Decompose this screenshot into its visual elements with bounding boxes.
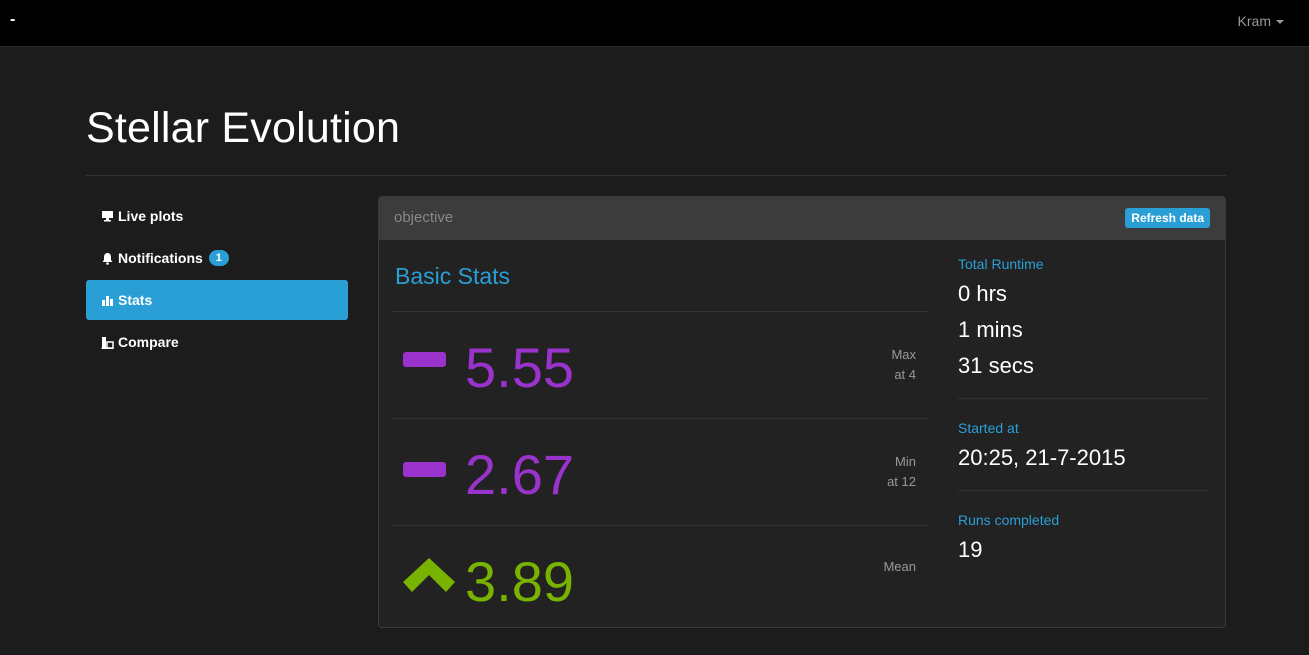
runtime-hours: 0 hrs (958, 281, 1007, 306)
user-dropdown[interactable]: Kram (1238, 13, 1284, 29)
sidebar-item-label: Stats (118, 292, 153, 308)
stat-label-title: Min (895, 454, 916, 469)
stat-row-max: 5.55 Max at 4 (391, 311, 928, 418)
stat-label-min: Min at 12 (887, 452, 916, 492)
panel-header: objective Refresh data (379, 197, 1225, 240)
runtime-seconds: 31 secs (958, 353, 1034, 378)
basic-stats-heading: Basic Stats (395, 263, 511, 289)
refresh-data-button[interactable]: Refresh data (1125, 208, 1210, 228)
dash-icon (403, 352, 447, 373)
bell-icon (101, 252, 114, 265)
sidebar-item-label: Notifications (118, 250, 203, 266)
sidebar-item-live-plots[interactable]: Live plots (86, 196, 348, 236)
title-divider (86, 175, 1226, 176)
user-name: Kram (1237, 13, 1271, 29)
stat-label-title: Mean (883, 559, 916, 574)
sidebar-item-stats[interactable]: Stats (86, 280, 348, 320)
brand-link[interactable]: - (10, 11, 15, 29)
stat-label-title: Max (891, 347, 916, 362)
started-at-value: 20:25, 21-7-2015 (958, 445, 1126, 470)
top-navbar: - Kram (0, 0, 1309, 47)
started-at-section: Started at 20:25, 21-7-2015 (958, 399, 1210, 476)
total-runtime-label: Total Runtime (958, 256, 1044, 272)
monitor-icon (101, 210, 114, 223)
runs-completed-section: Runs completed 19 (958, 491, 1210, 568)
stat-value-mean: 3.89 (465, 550, 574, 613)
sidebar-item-notifications[interactable]: Notifications 1 (86, 238, 348, 278)
stats-panel: objective Refresh data Basic Stats 5.55 … (378, 196, 1226, 628)
stat-row-min: 2.67 Min at 12 (391, 418, 928, 525)
compare-icon (101, 336, 114, 349)
total-runtime-section: Total Runtime 0 hrs 1 mins 31 secs (958, 239, 1210, 384)
runs-completed-label: Runs completed (958, 512, 1060, 528)
stat-row-mean: 3.89 Mean (391, 525, 928, 627)
stat-value-max: 5.55 (465, 336, 574, 399)
run-info-column: Total Runtime 0 hrs 1 mins 31 secs Start… (958, 239, 1210, 568)
sidebar-item-label: Live plots (118, 208, 184, 224)
runs-completed-value: 19 (958, 537, 983, 562)
runtime-minutes: 1 mins (958, 317, 1023, 342)
sidebar-item-compare[interactable]: Compare (86, 322, 348, 362)
caret-down-icon (1276, 20, 1284, 24)
stat-label-mean: Mean (883, 557, 916, 577)
dash-icon (403, 462, 447, 483)
stat-label-position: at 12 (887, 474, 916, 489)
stat-value-min: 2.67 (465, 443, 574, 506)
started-at-label: Started at (958, 420, 1019, 436)
bar-chart-icon (101, 294, 114, 307)
sidebar-nav: Live plots Notifications 1 Stats Compare (86, 196, 348, 364)
panel-title: objective (394, 209, 454, 226)
sidebar-item-label: Compare (118, 334, 179, 350)
chevron-up-icon (403, 558, 455, 597)
stat-label-position: at 4 (894, 367, 916, 382)
notification-count-badge: 1 (208, 250, 229, 266)
stat-label-max: Max at 4 (891, 345, 916, 385)
page-title: Stellar Evolution (86, 104, 401, 152)
